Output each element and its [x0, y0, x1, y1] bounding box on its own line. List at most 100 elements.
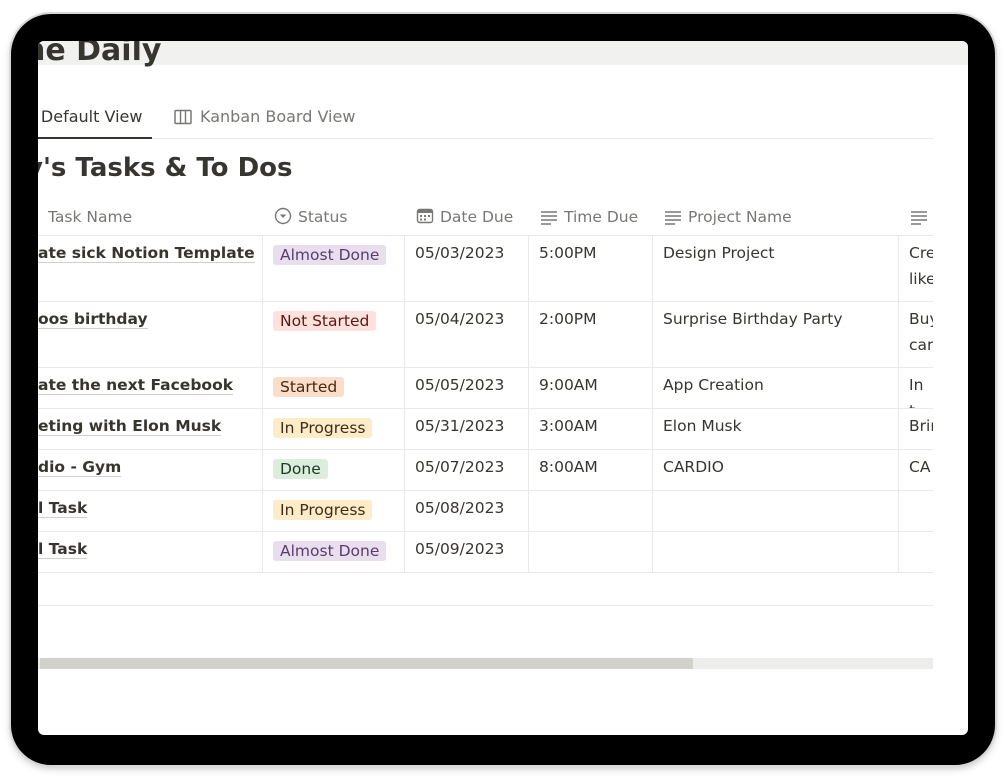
task-name-cell[interactable]: ate the next Facebook [38, 368, 263, 408]
table-row[interactable]: eting with Elon Musk In Progress 05/31/202… [38, 409, 933, 450]
status-badge: Done [273, 459, 328, 479]
page-header-strip [38, 41, 968, 65]
status-badge: Almost Done [273, 245, 387, 265]
page-title: ne Daily [38, 41, 162, 68]
task-name-cell[interactable]: ate sick Notion Template [38, 236, 263, 301]
table-row[interactable]: l Task Almost Done 05/09/2023 [38, 532, 933, 573]
divider [38, 605, 933, 606]
project-name-cell[interactable]: App Creation [653, 368, 899, 408]
description-text: CA [909, 458, 931, 476]
time-due-cell[interactable]: 9:00AM [529, 368, 653, 408]
time-due-cell[interactable]: 3:00AM [529, 409, 653, 449]
text-lines-icon [664, 202, 682, 238]
table-header: Task Name Status Date Due Time Due Proje… [38, 199, 933, 236]
task-name-link[interactable]: eting with Elon Musk [38, 417, 222, 436]
description-cell[interactable]: In t [899, 368, 933, 408]
tasks-table: Task Name Status Date Due Time Due Proje… [38, 199, 933, 573]
column-header-status[interactable]: Status [274, 199, 347, 235]
description-text: Brin [909, 417, 933, 435]
time-due-cell[interactable] [529, 532, 653, 572]
column-header-date-due[interactable]: Date Due [416, 199, 513, 235]
tab-kanban-board-view[interactable]: Kanban Board View [174, 103, 355, 137]
description-cell[interactable] [899, 491, 933, 531]
column-header-label: Date Due [440, 208, 514, 226]
column-header-time-due[interactable]: Time Due [540, 199, 638, 235]
table-row[interactable]: ate the next Facebook Started 05/05/2023 9:… [38, 368, 933, 409]
status-circle-icon [274, 202, 292, 238]
date-due-cell[interactable]: 05/05/2023 [405, 368, 529, 408]
description-cell[interactable]: CA [899, 450, 933, 490]
table-body: ate sick Notion Template Almost Done 05/03… [38, 236, 933, 573]
date-due-text: 05/04/2023 [415, 310, 505, 328]
scrollbar-thumb[interactable] [40, 658, 693, 669]
column-header-project-name[interactable]: Project Name [664, 199, 792, 235]
horizontal-scrollbar[interactable] [38, 658, 933, 669]
task-name-link[interactable]: oos birthday [38, 310, 148, 329]
status-badge: Almost Done [273, 541, 387, 561]
task-name-link[interactable]: dio - Gym [38, 458, 122, 477]
time-due-cell[interactable]: 2:00PM [529, 302, 653, 367]
table-row[interactable]: l Task In Progress 05/08/2023 [38, 491, 933, 532]
status-cell[interactable]: Almost Done [263, 236, 405, 301]
task-name-cell[interactable]: l Task [38, 532, 263, 572]
description-cell[interactable]: Brin [899, 409, 933, 449]
task-name-cell[interactable]: dio - Gym [38, 450, 263, 490]
status-cell[interactable]: Started [263, 368, 405, 408]
status-cell[interactable]: Done [263, 450, 405, 490]
text-lines-icon [910, 202, 928, 238]
task-name-link[interactable]: l Task [38, 540, 88, 559]
time-due-cell[interactable] [529, 491, 653, 531]
project-name-cell[interactable] [653, 532, 899, 572]
status-badge: In Progress [273, 418, 373, 438]
date-due-cell[interactable]: 05/08/2023 [405, 491, 529, 531]
status-cell[interactable]: Almost Done [263, 532, 405, 572]
status-cell[interactable]: Not Started [263, 302, 405, 367]
task-name-link[interactable]: l Task [38, 499, 88, 518]
notion-page: ne Daily e Default View Kanban Board Vie… [38, 41, 968, 735]
project-name-text: CARDIO [663, 458, 724, 476]
column-header-task-name[interactable]: Task Name [48, 199, 132, 235]
date-due-cell[interactable]: 05/07/2023 [405, 450, 529, 490]
project-name-cell[interactable]: Surprise Birthday Party [653, 302, 899, 367]
table-row[interactable]: oos birthday Not Started 05/04/2023 2:00PM S… [38, 302, 933, 368]
description-cell[interactable]: Cre like [899, 236, 933, 301]
status-cell[interactable]: In Progress [263, 491, 405, 531]
table-row[interactable]: dio - Gym Done 05/07/2023 8:00AM CARDIO CA [38, 450, 933, 491]
task-name-cell[interactable]: eting with Elon Musk [38, 409, 263, 449]
tab-label: Kanban Board View [200, 107, 356, 126]
status-cell[interactable]: In Progress [263, 409, 405, 449]
status-badge: Started [273, 377, 345, 397]
calendar-icon [416, 202, 434, 238]
task-name-cell[interactable]: l Task [38, 491, 263, 531]
status-badge: In Progress [273, 500, 373, 520]
date-due-cell[interactable]: 05/09/2023 [405, 532, 529, 572]
task-name-link[interactable]: ate the next Facebook [38, 376, 234, 395]
table-row[interactable]: ate sick Notion Template Almost Done 05/03… [38, 236, 933, 302]
database-title: y's Tasks & To Dos [38, 153, 293, 183]
date-due-text: 05/07/2023 [415, 458, 505, 476]
time-due-cell[interactable]: 5:00PM [529, 236, 653, 301]
tab-default-view[interactable]: e Default View [38, 103, 153, 139]
description-cell[interactable] [899, 532, 933, 572]
date-due-cell[interactable]: 05/31/2023 [405, 409, 529, 449]
project-name-cell[interactable]: Elon Musk [653, 409, 899, 449]
date-due-cell[interactable]: 05/03/2023 [405, 236, 529, 301]
column-header-label: Task Name [48, 208, 133, 226]
time-due-text: 8:00AM [539, 458, 598, 476]
date-due-cell[interactable]: 05/04/2023 [405, 302, 529, 367]
time-due-cell[interactable]: 8:00AM [529, 450, 653, 490]
date-due-text: 05/09/2023 [415, 540, 505, 558]
task-name-cell[interactable]: oos birthday [38, 302, 263, 367]
project-name-cell[interactable]: Design Project [653, 236, 899, 301]
project-name-cell[interactable] [653, 491, 899, 531]
column-header-description[interactable] [910, 199, 934, 235]
description-cell[interactable]: Buy car [899, 302, 933, 367]
date-due-text: 05/05/2023 [415, 376, 505, 394]
task-name-link[interactable]: ate sick Notion Template [38, 244, 255, 263]
time-due-text: 9:00AM [539, 376, 598, 394]
project-name-text: Elon Musk [663, 417, 742, 435]
date-due-text: 05/08/2023 [415, 499, 505, 517]
column-header-label: Time Due [564, 208, 639, 226]
tablet-frame: ne Daily e Default View Kanban Board Vie… [11, 14, 995, 765]
project-name-cell[interactable]: CARDIO [653, 450, 899, 490]
